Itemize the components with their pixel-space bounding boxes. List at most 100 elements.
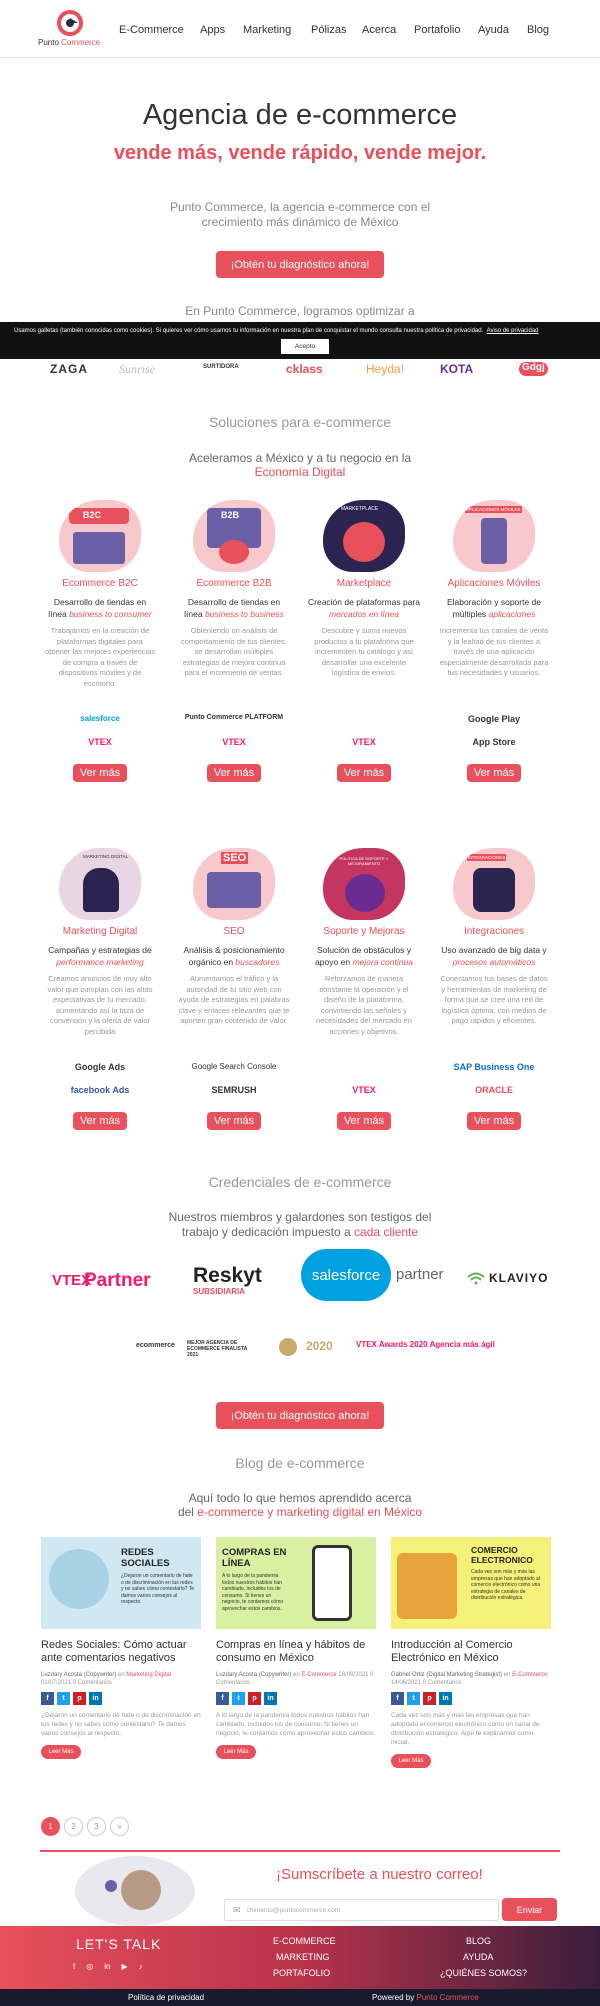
salesforce-mark: salesforce bbox=[311, 1266, 381, 1284]
twitter-icon[interactable]: t bbox=[407, 1692, 420, 1705]
tiktok-icon[interactable]: ♪ bbox=[139, 1962, 143, 1971]
powered-by-brand[interactable]: Punto Commerce bbox=[416, 1993, 478, 2002]
salesforce-partner-text: partner bbox=[396, 1266, 444, 1283]
post-comments[interactable]: 0 Comentarios bbox=[73, 1680, 112, 1686]
accept-cookies-button[interactable]: Acepto bbox=[281, 339, 329, 354]
nav-acerca[interactable]: Acerca bbox=[362, 24, 396, 36]
see-more-button[interactable]: Ver más bbox=[207, 1112, 261, 1130]
footer-social: f ◎ in ▶ ♪ bbox=[73, 1962, 143, 1971]
see-more-button[interactable]: Ver más bbox=[337, 1112, 391, 1130]
page-3[interactable]: 3 bbox=[87, 1817, 106, 1836]
newsletter-send-button[interactable]: Enviar bbox=[502, 1898, 557, 1921]
reskyt-mark: Reskyt bbox=[193, 1264, 262, 1287]
footer-link-portafolio[interactable]: PORTAFOLIO bbox=[273, 1968, 330, 1978]
facebook-icon[interactable]: f bbox=[391, 1692, 404, 1705]
service-title[interactable]: Ecommerce B2B bbox=[178, 578, 290, 589]
service-subtitle: Desarrollo de tiendas en línea business … bbox=[178, 596, 290, 620]
blog-post-image[interactable]: COMERCIO ELECTRONICO Cada vez son más y … bbox=[391, 1537, 551, 1629]
nav-polizas[interactable]: Pólizas bbox=[311, 24, 346, 36]
partner-logo-empty bbox=[308, 1062, 420, 1075]
blog-post-image[interactable]: COMPRAS EN LÍNEA A lo largo de la pandem… bbox=[216, 1537, 376, 1629]
next-page[interactable]: » bbox=[110, 1817, 129, 1836]
blog-post-title[interactable]: Compras en línea y hábitos de consumo en… bbox=[216, 1639, 376, 1665]
nav-apps[interactable]: Apps bbox=[200, 24, 225, 36]
blog-sub2-accent: e-commerce y marketing digital en México bbox=[197, 1505, 423, 1519]
service-title[interactable]: Soporte y Mejoras bbox=[308, 926, 420, 937]
page-1[interactable]: 1 bbox=[41, 1817, 60, 1836]
twitter-icon[interactable]: t bbox=[57, 1692, 70, 1705]
service-subtitle: Campañas y estrategias de performance ma… bbox=[44, 944, 156, 968]
service-title[interactable]: Ecommerce B2C bbox=[44, 578, 156, 589]
see-more-button[interactable]: Ver más bbox=[337, 764, 391, 782]
service-description: Obteniendo un análisis de comportamiento… bbox=[181, 626, 287, 677]
brand-logo[interactable]: Punto Commerce bbox=[38, 10, 104, 50]
blog-post-title[interactable]: Introducción al Comercio Electrónico en … bbox=[391, 1639, 551, 1665]
see-more-button[interactable]: Ver más bbox=[467, 1112, 521, 1130]
service-title[interactable]: Aplicaciones Móviles bbox=[438, 578, 550, 589]
pinterest-icon[interactable]: p bbox=[73, 1692, 86, 1705]
linkedin-icon[interactable]: in bbox=[89, 1692, 102, 1705]
see-more-button[interactable]: Ver más bbox=[207, 764, 261, 782]
blog-post-title[interactable]: Redes Sociales: Cómo actuar ante comenta… bbox=[41, 1639, 201, 1665]
blog-image-text: A lo largo de la pandemia todos nuestros… bbox=[222, 1573, 284, 1612]
post-author: Gabriel Ortiz (Digital Marketing Strateg… bbox=[391, 1672, 503, 1678]
privacy-notice-link[interactable]: Aviso de privacidad bbox=[487, 328, 539, 334]
solutions-sub-accent: Economía Digital bbox=[254, 465, 346, 479]
nav-marketing[interactable]: Marketing bbox=[243, 24, 291, 36]
nav-blog[interactable]: Blog bbox=[527, 24, 549, 36]
read-more-button[interactable]: Leer Más bbox=[41, 1745, 81, 1759]
diagnostic-button[interactable]: ¡Obtén tu diagnóstico ahora! bbox=[216, 251, 384, 278]
linkedin-icon[interactable]: in bbox=[264, 1692, 277, 1705]
facebook-icon[interactable]: f bbox=[41, 1692, 54, 1705]
post-category[interactable]: E-Commerce bbox=[512, 1672, 547, 1678]
client-logo-surtidora: SURTIDORA bbox=[203, 364, 239, 370]
blog-sub: Aquí todo lo que hemos aprendido acerca bbox=[188, 1491, 412, 1505]
see-more-button[interactable]: Ver más bbox=[467, 764, 521, 782]
footer-link-blog[interactable]: BLOG bbox=[466, 1936, 491, 1946]
post-author: Luzdary Acosta (Copywriter) bbox=[216, 1672, 292, 1678]
diagnostic-button-2[interactable]: ¡Obtén tu diagnóstico ahora! bbox=[216, 1402, 384, 1429]
service-description: Incrementa tus canales de venta y la lea… bbox=[439, 626, 549, 677]
footer-link-about[interactable]: ¿QUIÉNES SOMOS? bbox=[440, 1968, 527, 1978]
b2c-illustration: B2C bbox=[59, 500, 141, 572]
linkedin-icon[interactable]: in bbox=[104, 1962, 110, 1971]
see-more-button[interactable]: Ver más bbox=[73, 1112, 127, 1130]
service-title[interactable]: Marketplace bbox=[308, 578, 420, 589]
footer-link-ayuda[interactable]: AYUDA bbox=[463, 1952, 493, 1962]
nav-ecommerce[interactable]: E-Commerce bbox=[119, 24, 184, 36]
twitter-icon[interactable]: t bbox=[232, 1692, 245, 1705]
read-more-button[interactable]: Leer Más bbox=[216, 1745, 256, 1759]
punto-commerce-platform-logo: Punto Commerce PLATFORM bbox=[184, 714, 284, 721]
nav-portafolio[interactable]: Portafolio bbox=[414, 24, 460, 36]
best-agency-award: MEJOR AGENCIA DE ECOMMERCE FINALISTA 202… bbox=[187, 1340, 247, 1358]
service-title[interactable]: Integraciones bbox=[438, 926, 550, 937]
facebook-icon[interactable]: f bbox=[73, 1962, 75, 1971]
seo-badge: SEO bbox=[221, 852, 249, 864]
pinterest-icon[interactable]: p bbox=[248, 1692, 261, 1705]
instagram-icon[interactable]: ◎ bbox=[86, 1962, 93, 1971]
facebook-icon[interactable]: f bbox=[216, 1692, 229, 1705]
footer-link-ecommerce[interactable]: E-COMMERCE bbox=[273, 1936, 336, 1946]
dog-illustration bbox=[121, 1870, 161, 1910]
cookie-text: Usamos galletas (también conocidas como … bbox=[14, 328, 484, 334]
see-more-button[interactable]: Ver más bbox=[73, 764, 127, 782]
service-card-marketplace: MARKETPLACE Marketplace Creación de plat… bbox=[308, 500, 420, 782]
linkedin-icon[interactable]: in bbox=[439, 1692, 452, 1705]
post-category[interactable]: E-Commerce bbox=[301, 1672, 336, 1678]
privacy-policy-link[interactable]: Política de privacidad bbox=[128, 1993, 204, 2002]
lets-talk: LET'S TALK bbox=[76, 1936, 162, 1952]
footer-link-marketing[interactable]: MARKETING bbox=[276, 1952, 330, 1962]
page-2[interactable]: 2 bbox=[64, 1817, 83, 1836]
support-badge: POLITICA DE SOPORTE Y MEJORAMIENTO bbox=[339, 856, 389, 866]
blog-post-image[interactable]: REDES SOCIALES ¿Dejaron un comentario de… bbox=[41, 1537, 201, 1629]
pinterest-icon[interactable]: p bbox=[423, 1692, 436, 1705]
read-more-button[interactable]: Leer Más bbox=[391, 1754, 431, 1768]
service-title[interactable]: SEO bbox=[178, 926, 290, 937]
post-category[interactable]: Marketing Digital bbox=[126, 1672, 171, 1678]
service-title[interactable]: Marketing Digital bbox=[44, 926, 156, 937]
newsletter-email-field[interactable]: ✉ chimento@puntocommerce.com bbox=[224, 1899, 499, 1921]
nav-ayuda[interactable]: Ayuda bbox=[478, 24, 509, 36]
youtube-icon[interactable]: ▶ bbox=[121, 1962, 127, 1971]
post-comments[interactable]: 0 Comentarios bbox=[423, 1680, 462, 1686]
google-ads-logo: Google Ads bbox=[74, 1062, 126, 1072]
